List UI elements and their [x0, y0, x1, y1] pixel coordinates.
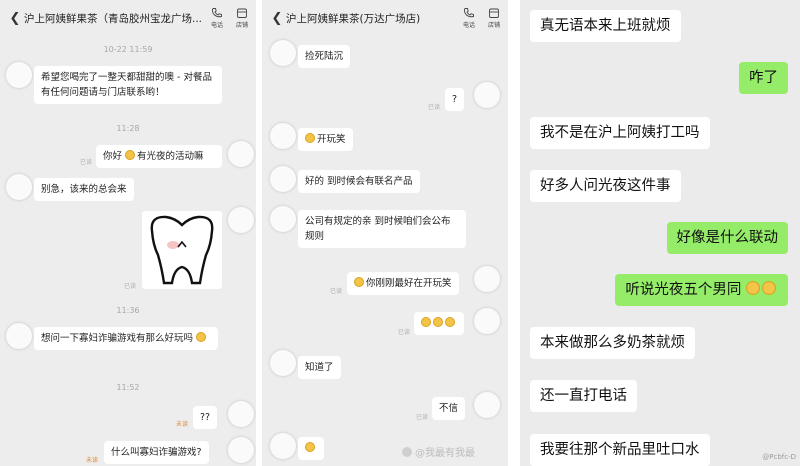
message-bubble: 本来做那么多奶茶就烦	[530, 327, 695, 359]
phone-label: 电话	[462, 22, 475, 29]
message-bubble: 捡死陆沉	[298, 45, 351, 68]
message-text: 想问一下寡妇诈骗游戏有那么好玩吗	[41, 333, 194, 344]
avatar[interactable]	[270, 433, 296, 459]
phone-icon	[463, 8, 474, 18]
message-bubble-out: 不信	[432, 397, 466, 420]
timestamp: 10-22 11:59	[103, 45, 153, 54]
message-bubble: 好的 到时候会有联名产品	[298, 170, 420, 193]
message-bubble: 希望您喝完了一整天都甜甜的噢 - 对餐品有任何问题请与门店联系哟！	[34, 66, 222, 104]
avatar[interactable]	[270, 350, 296, 376]
read-status: 已读	[330, 288, 343, 295]
unread-status: 未读	[86, 457, 99, 464]
message-bubble: 我要往那个新品里吐口水	[530, 434, 710, 466]
avatar[interactable]	[474, 266, 500, 292]
phone-icon	[211, 8, 222, 18]
avatar[interactable]	[270, 206, 296, 232]
avatar[interactable]	[6, 323, 32, 349]
watermark: @我最有我最	[402, 444, 475, 459]
read-status: 已读	[398, 329, 411, 336]
phone-label: 电话	[210, 22, 223, 29]
message-bubble-out: 你刚刚最好在开玩笑	[347, 272, 459, 295]
read-status: 已读	[428, 104, 441, 111]
back-arrow-icon[interactable]: ❮	[270, 11, 284, 26]
message-text: 开玩笑	[317, 134, 346, 145]
avatar[interactable]	[270, 123, 296, 149]
message-bubble-out: 你好 有光夜的活动嘛	[96, 145, 222, 168]
emoji-icon	[762, 281, 776, 295]
store-icon	[489, 8, 499, 18]
avatar[interactable]	[270, 166, 296, 192]
timestamp: 11:28	[116, 124, 140, 133]
message-prefix: 你好	[103, 151, 123, 162]
store-icon	[237, 8, 247, 18]
avatar[interactable]	[228, 141, 254, 167]
read-status: 已读	[124, 283, 137, 290]
message-bubble: 知道了	[298, 356, 341, 379]
message-bubble-out: ?	[445, 88, 465, 111]
avatar[interactable]	[6, 174, 32, 200]
avatar[interactable]	[228, 437, 254, 463]
chat-panel-left: ❮ 沪上阿姨鲜果茶（青岛胶州宝龙广场... 电话 店铺 10-22 11:59 …	[0, 0, 256, 466]
chat-title: 沪上阿姨鲜果茶（青岛胶州宝龙广场...	[24, 12, 203, 25]
emoji-icon	[445, 317, 455, 327]
avatar[interactable]	[270, 40, 296, 66]
timestamp: 11:36	[116, 306, 140, 315]
avatar[interactable]	[6, 62, 32, 88]
watermark-text: @我最有我最	[415, 448, 475, 459]
avatar[interactable]	[228, 401, 254, 427]
message-bubble	[298, 437, 324, 460]
avatar[interactable]	[228, 207, 254, 233]
message-text: 听说光夜五个男同	[625, 282, 742, 298]
watermark-logo-icon	[402, 447, 412, 457]
message-bubble: 还一直打电话	[530, 380, 637, 412]
chat-header: ❮ 沪上阿姨鲜果茶(万达广场店) 电话 店铺	[262, 0, 508, 36]
emoji-icon	[746, 281, 760, 295]
emoji-icon	[354, 277, 364, 287]
tooth-sticker-icon	[150, 215, 214, 285]
emoji-icon	[421, 317, 431, 327]
emoji-icon	[196, 332, 207, 342]
message-text: 有光夜的活动嘛	[137, 151, 204, 162]
message-bubble: 好多人问光夜这件事	[530, 170, 681, 202]
read-status: 已读	[80, 159, 93, 166]
message-bubble-out: 咋了	[739, 62, 788, 94]
watermark: @Pcbfc-D	[762, 453, 796, 461]
store-button[interactable]: 店铺	[231, 7, 253, 29]
chat-title: 沪上阿姨鲜果茶(万达广场店)	[286, 12, 421, 25]
message-bubble-out: 好像是什么联动	[666, 222, 788, 254]
phone-button[interactable]: 电话	[458, 7, 480, 29]
chat-panel-middle: ❮ 沪上阿姨鲜果茶(万达广场店) 电话 店铺 捡死陆沉 已读 ? 开玩笑 好的 …	[262, 0, 508, 466]
message-bubble: 真无语本来上班就烦	[530, 10, 681, 42]
timestamp: 11:52	[116, 383, 140, 392]
unread-status: 未读	[176, 421, 189, 428]
message-bubble: 开玩笑	[298, 128, 353, 151]
store-label: 店铺	[487, 22, 500, 29]
avatar[interactable]	[474, 82, 500, 108]
message-bubble: 别急，该来的总会来	[34, 178, 134, 201]
chat-panel-right: 真无语本来上班就烦 咋了 我不是在沪上阿姨打工吗 好多人问光夜这件事 好像是什么…	[520, 0, 800, 466]
phone-button[interactable]: 电话	[206, 7, 228, 29]
message-bubble: 我不是在沪上阿姨打工吗	[530, 117, 710, 149]
message-bubble-out	[414, 312, 464, 335]
message-bubble-out: 什么叫寡妇诈骗游戏?	[104, 441, 209, 464]
sticker-image[interactable]	[142, 211, 222, 289]
emoji-icon	[433, 317, 443, 327]
read-status: 已读	[416, 414, 429, 421]
message-bubble: 想问一下寡妇诈骗游戏有那么好玩吗	[34, 327, 218, 350]
message-bubble-out: ??	[193, 406, 218, 429]
chat-header: ❮ 沪上阿姨鲜果茶（青岛胶州宝龙广场... 电话 店铺	[0, 0, 256, 36]
message-text: 你刚刚最好在开玩笑	[366, 278, 452, 289]
emoji-icon	[125, 150, 136, 160]
emoji-icon	[305, 133, 315, 143]
message-bubble-out: 听说光夜五个男同	[615, 274, 788, 306]
avatar[interactable]	[474, 392, 500, 418]
avatar[interactable]	[474, 308, 500, 334]
store-label: 店铺	[235, 22, 248, 29]
store-button[interactable]: 店铺	[483, 7, 505, 29]
message-bubble: 公司有规定的亲 到时候咱们会公布规则	[298, 210, 466, 248]
back-arrow-icon[interactable]: ❮	[8, 11, 22, 26]
emoji-icon	[305, 442, 315, 452]
